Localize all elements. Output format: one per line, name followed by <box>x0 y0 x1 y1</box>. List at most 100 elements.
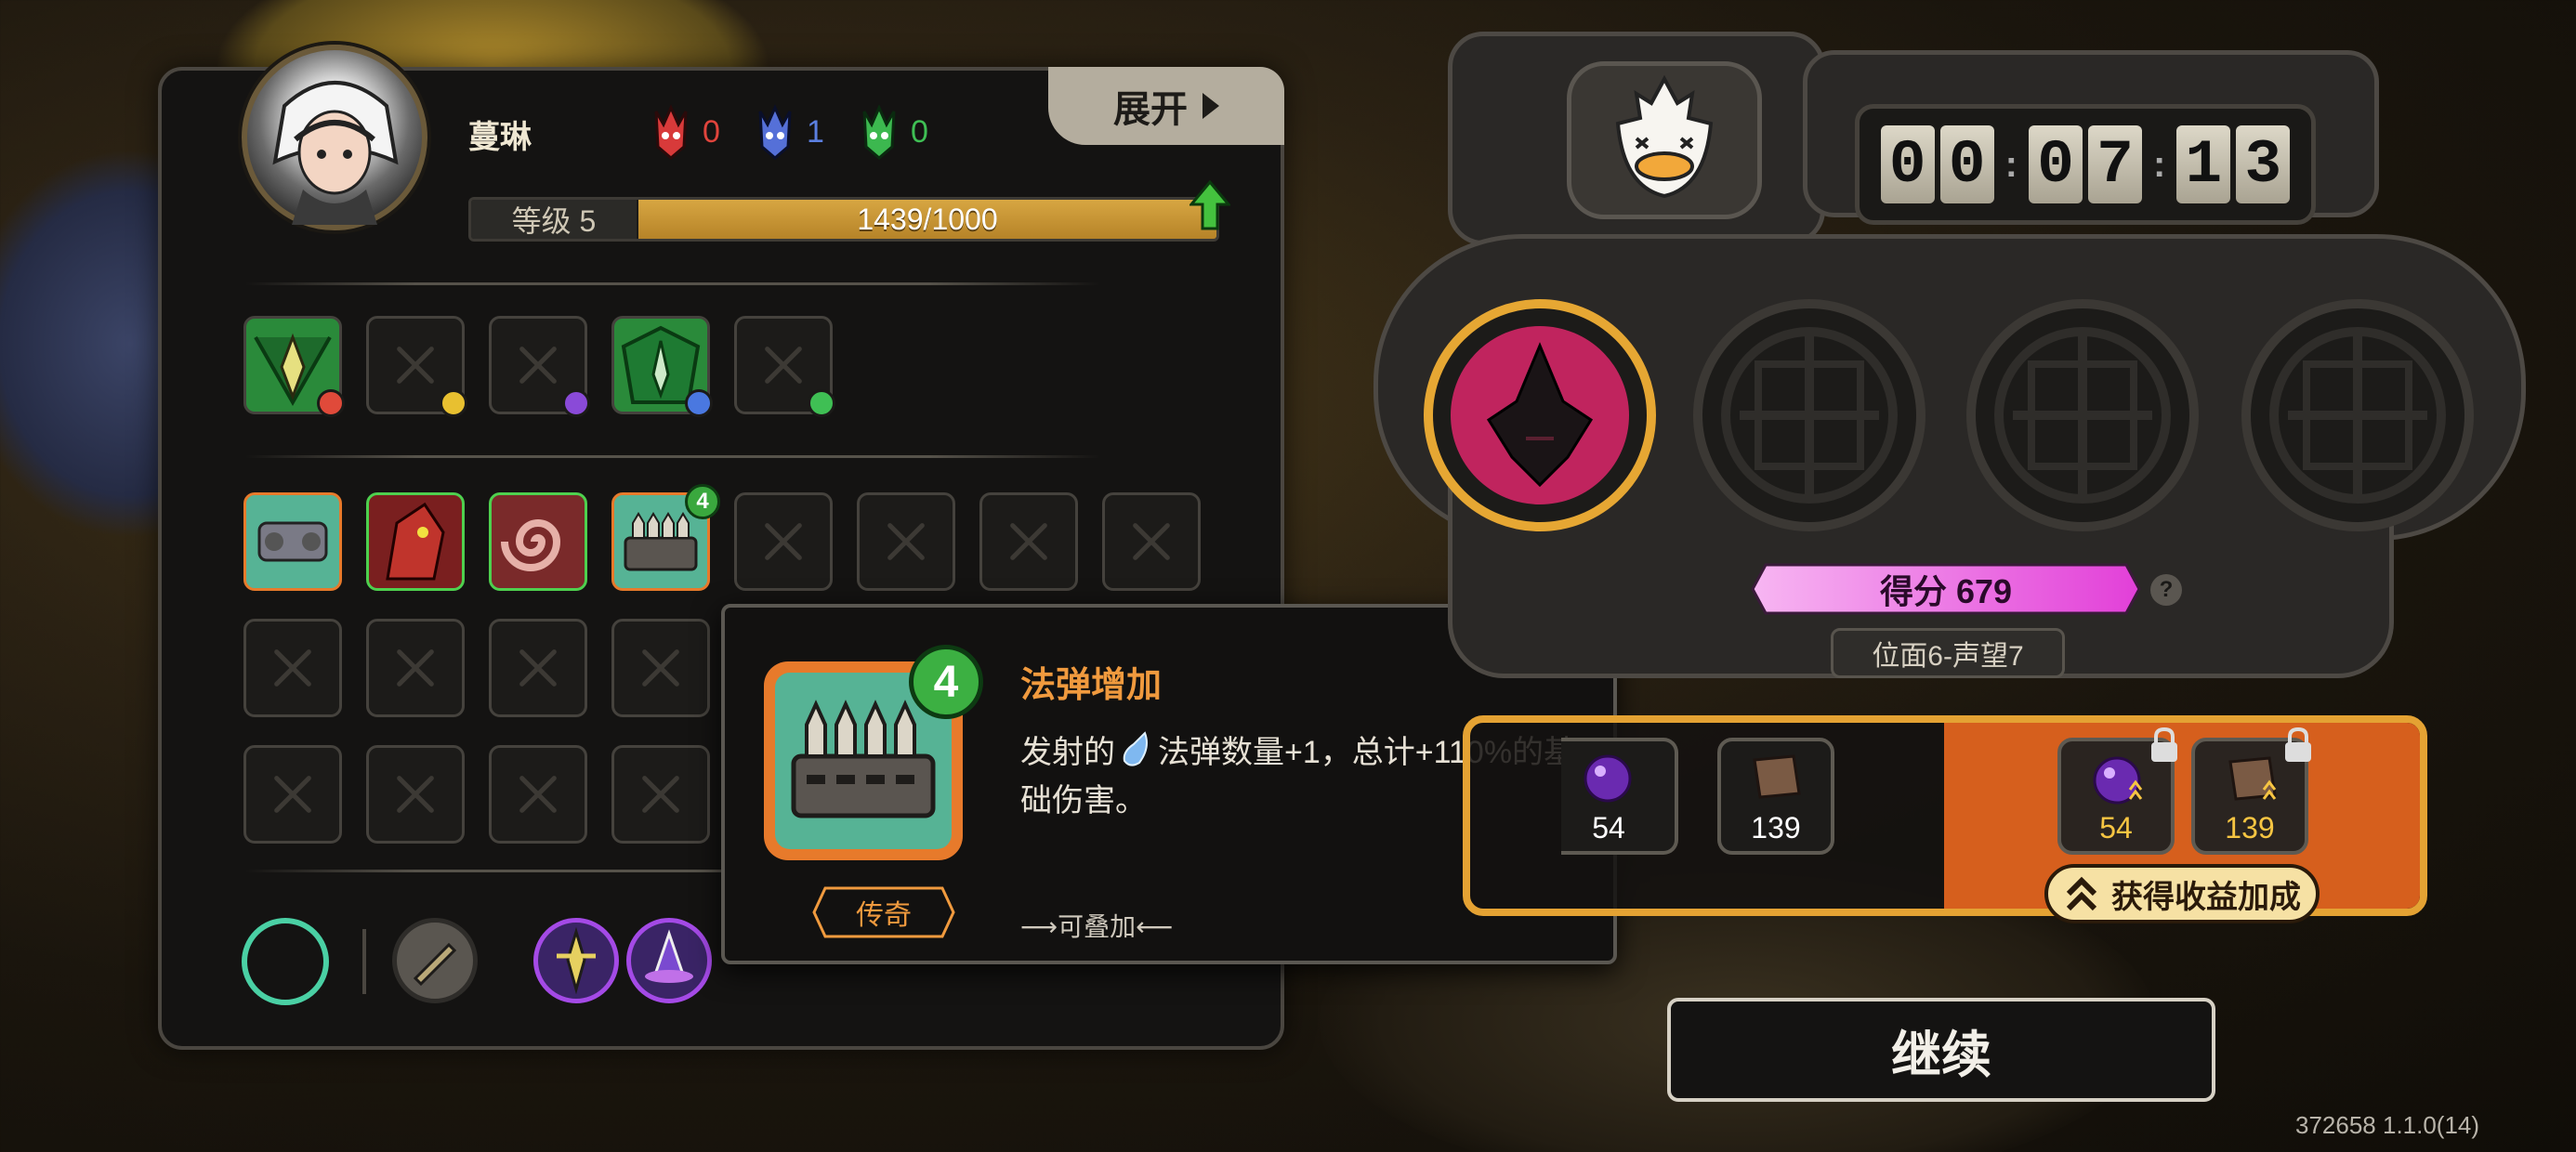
help-button[interactable]: ? <box>2150 574 2182 606</box>
double-chevron-up-icon <box>2066 876 2097 911</box>
timer-colon: : <box>2153 143 2166 185</box>
run-timer: 0 0 : 0 7 : 1 3 <box>1855 104 2316 225</box>
skill-slot-7[interactable] <box>979 492 1078 591</box>
stackable-label: ⟶可叠加⟵ <box>1020 912 1174 941</box>
character-avatar[interactable] <box>242 45 427 230</box>
witch-hat-blessing-icon[interactable] <box>626 918 712 1003</box>
skill-slot-3[interactable] <box>489 492 587 591</box>
blue-mask-icon <box>758 104 792 160</box>
blue-socket-icon <box>685 389 713 417</box>
timer-digit: 0 <box>1880 125 1935 203</box>
sword-blessing-icon[interactable] <box>533 918 619 1003</box>
claim-bonus-label: 获得收益加成 <box>2111 879 2301 915</box>
equipment-slot-1[interactable] <box>243 316 345 417</box>
boosted-book-value: 139 <box>2225 811 2275 844</box>
skill-slot-4[interactable]: 4 <box>611 484 720 591</box>
resource-blue: 1 <box>756 104 824 160</box>
equipment-slot-4[interactable] <box>611 316 713 417</box>
equipment-slot-5[interactable] <box>734 316 835 417</box>
skill-slot-11[interactable] <box>489 619 587 717</box>
timer-digit: 3 <box>2236 125 2291 203</box>
skill-slot-15[interactable] <box>489 745 587 844</box>
dark-lord-icon <box>1451 326 1629 504</box>
skill-slot-13[interactable] <box>243 745 342 844</box>
demon-head-icon <box>386 502 445 581</box>
reward-book: 139 <box>1717 738 1834 855</box>
purple-orb-icon <box>2093 756 2143 805</box>
skill-slot-1[interactable] <box>243 492 342 591</box>
book-icon <box>1753 754 1801 799</box>
book-icon <box>2228 756 2277 801</box>
boosted-reward-book: 139 <box>2191 727 2311 855</box>
resource-blue-value: 1 <box>807 113 824 150</box>
green-mask-icon <box>862 104 896 160</box>
boss-slot-3[interactable] <box>1966 299 2199 531</box>
continue-button[interactable]: 继续 <box>1667 998 2215 1102</box>
resource-green-value: 0 <box>911 113 928 150</box>
version-label: 372658 1.1.0(14) <box>2295 1111 2480 1139</box>
skill-slot-12[interactable] <box>611 619 710 717</box>
resource-red: 0 <box>652 104 720 160</box>
score-text: 得分 679 <box>1879 572 2013 610</box>
resource-red-value: 0 <box>703 113 720 150</box>
claim-bonus-button[interactable]: 获得收益加成 <box>2044 864 2320 923</box>
equipment-slot-3[interactable] <box>489 316 590 417</box>
skill-slot-2[interactable] <box>366 492 465 591</box>
magic-bolt-icon <box>1123 731 1148 766</box>
rarity-label: 传奇 <box>856 900 912 931</box>
rarity-tag: 传奇 <box>812 886 955 938</box>
boss-slot-4[interactable] <box>2241 299 2474 531</box>
level-label: 等级 5 <box>471 200 637 239</box>
red-socket-icon <box>317 389 345 417</box>
reward-book-value: 139 <box>1751 811 1801 844</box>
skill-slot-8[interactable] <box>1102 492 1201 591</box>
level-up-arrow-icon[interactable] <box>1189 180 1230 230</box>
purple-socket-icon <box>562 389 590 417</box>
tooltip-title: 法弹增加 <box>1020 666 1163 705</box>
skill-slot-16[interactable] <box>611 745 710 844</box>
tooltip-stack-badge: 4 <box>909 645 983 719</box>
lock-icon <box>2285 727 2311 762</box>
lock-icon <box>2151 727 2177 762</box>
character-name: 蔓琳 <box>468 120 532 155</box>
boosted-reward-orb: 54 <box>2057 727 2177 855</box>
purple-orb-icon <box>1584 754 1632 803</box>
skill-slot-9[interactable] <box>243 619 342 717</box>
empty-boss-emblem-icon <box>2269 327 2446 504</box>
stack-count-badge: 4 <box>685 484 720 519</box>
expand-label: 展开 <box>1113 89 1188 130</box>
timer-digit: 7 <box>2088 125 2142 203</box>
separator <box>362 929 366 994</box>
empty-relic-ring[interactable] <box>242 918 329 1005</box>
red-mask-icon <box>654 104 688 160</box>
boss-slot-1[interactable] <box>1424 299 1656 531</box>
skill-slot-10[interactable] <box>366 619 465 717</box>
skill-slot-6[interactable] <box>857 492 955 591</box>
expand-button[interactable]: 展开 <box>1048 67 1284 145</box>
empty-boss-emblem-icon <box>1994 327 2171 504</box>
skill-slot-14[interactable] <box>366 745 465 844</box>
duck-icon <box>1615 74 1714 199</box>
timer-colon: : <box>2004 143 2017 185</box>
divider <box>245 455 1100 458</box>
play-arrow-icon <box>1203 93 1219 119</box>
equipment-slot-2[interactable] <box>366 316 467 417</box>
empty-boss-emblem-icon <box>1721 327 1898 504</box>
yellow-socket-icon <box>440 389 467 417</box>
divider <box>245 282 1100 285</box>
resource-green: 0 <box>861 104 928 160</box>
skill-slot-5[interactable] <box>734 492 833 591</box>
boss-slot-2[interactable] <box>1693 299 1925 531</box>
reward-orb-value: 54 <box>1592 811 1625 844</box>
green-socket-icon <box>808 389 835 417</box>
location-label: 位面6-声望7 <box>1831 628 2065 678</box>
timer-digit: 1 <box>2176 125 2231 203</box>
level-bar: 等级 5 1439/1000 <box>468 197 1219 242</box>
reward-orb: 54 <box>1561 738 1678 855</box>
xp-text: 1439/1000 <box>857 202 998 236</box>
timer-digit: 0 <box>2029 125 2083 203</box>
timer-digit: 0 <box>1939 125 1994 203</box>
dagger-relic-icon[interactable] <box>392 918 478 1003</box>
gear-rune-icon <box>257 521 328 562</box>
tooltip-desc-prefix: 发射的 <box>1020 735 1115 770</box>
